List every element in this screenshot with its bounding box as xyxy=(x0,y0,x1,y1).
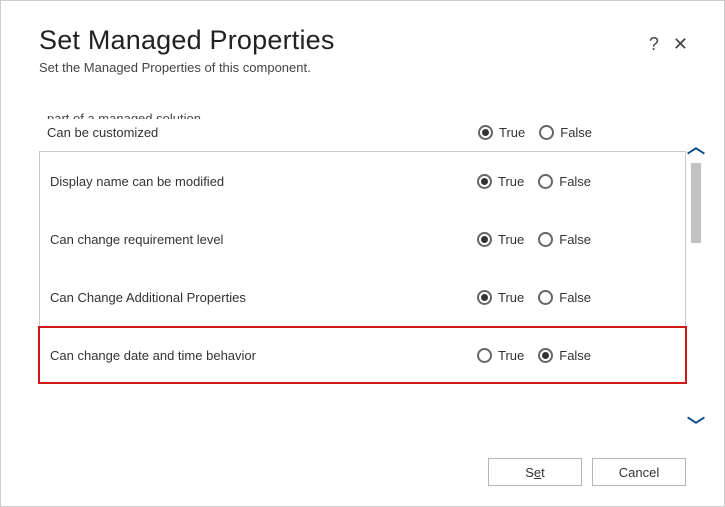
dialog-footer: Set Cancel xyxy=(39,438,686,486)
dialog-header: Set Managed Properties Set the Managed P… xyxy=(39,21,686,105)
radio-false-icon xyxy=(539,125,554,140)
header-icons: ? ✕ xyxy=(649,35,688,53)
radio-true-icon xyxy=(478,125,493,140)
scroll-down-icon[interactable]: ﹀ xyxy=(687,412,705,438)
radio-false-label: False xyxy=(559,174,591,189)
properties-box: Display name can be modified True False xyxy=(39,151,686,383)
radio-false-label: False xyxy=(560,125,592,140)
radio-group: True False xyxy=(478,125,678,140)
row-requirement-level: Can change requirement level True False xyxy=(40,210,685,268)
radio-true-label: True xyxy=(498,290,524,305)
help-icon[interactable]: ? xyxy=(649,35,659,53)
dialog-title: Set Managed Properties xyxy=(39,25,649,56)
cancel-button[interactable]: Cancel xyxy=(592,458,686,486)
header-titles: Set Managed Properties Set the Managed P… xyxy=(39,21,649,105)
radio-false-option[interactable]: False xyxy=(538,290,591,305)
radio-false-icon xyxy=(538,232,553,247)
radio-group: True False xyxy=(477,290,677,305)
radio-false-icon xyxy=(538,348,553,363)
radio-false-icon xyxy=(538,290,553,305)
radio-true-icon xyxy=(477,348,492,363)
row-can-be-customized: Can be customized True False xyxy=(39,119,686,145)
radio-group: True False xyxy=(477,232,677,247)
scrollbar[interactable]: ︿ ﹀ xyxy=(686,105,706,438)
row-label: Can change requirement level xyxy=(50,232,477,247)
radio-false-label: False xyxy=(559,232,591,247)
row-date-time-behavior: Can change date and time behavior True F… xyxy=(38,326,687,384)
scroll-up-icon[interactable]: ︿ xyxy=(687,133,705,159)
truncated-text: part of a managed solution. xyxy=(39,111,686,119)
radio-false-option[interactable]: False xyxy=(538,232,591,247)
radio-true-option[interactable]: True xyxy=(477,290,524,305)
radio-group: True False xyxy=(477,174,677,189)
row-label: Can Change Additional Properties xyxy=(50,290,477,305)
radio-true-option[interactable]: True xyxy=(477,348,524,363)
scroll-thumb[interactable] xyxy=(691,163,701,243)
radio-true-label: True xyxy=(498,348,524,363)
set-button[interactable]: Set xyxy=(488,458,582,486)
set-button-accel: e xyxy=(534,465,541,480)
radio-true-icon xyxy=(477,290,492,305)
radio-false-icon xyxy=(538,174,553,189)
radio-false-label: False xyxy=(559,290,591,305)
radio-group: True False xyxy=(477,348,677,363)
close-icon[interactable]: ✕ xyxy=(673,35,688,53)
dialog-subtitle: Set the Managed Properties of this compo… xyxy=(39,60,649,75)
managed-properties-dialog: Set Managed Properties Set the Managed P… xyxy=(1,1,724,506)
radio-false-option[interactable]: False xyxy=(538,174,591,189)
row-label: Display name can be modified xyxy=(50,174,477,189)
radio-false-option[interactable]: False xyxy=(538,348,591,363)
radio-true-option[interactable]: True xyxy=(478,125,525,140)
set-button-suffix: t xyxy=(541,465,545,480)
content-area: part of a managed solution. Can be custo… xyxy=(39,105,686,438)
radio-true-option[interactable]: True xyxy=(477,174,524,189)
radio-true-option[interactable]: True xyxy=(477,232,524,247)
radio-true-label: True xyxy=(498,232,524,247)
set-button-prefix: S xyxy=(525,465,534,480)
radio-false-option[interactable]: False xyxy=(539,125,592,140)
content-shell: part of a managed solution. Can be custo… xyxy=(39,105,686,438)
radio-true-icon xyxy=(477,174,492,189)
radio-false-label: False xyxy=(559,348,591,363)
row-label: Can be customized xyxy=(47,125,478,140)
radio-true-label: True xyxy=(499,125,525,140)
radio-true-icon xyxy=(477,232,492,247)
row-label: Can change date and time behavior xyxy=(50,348,477,363)
radio-true-label: True xyxy=(498,174,524,189)
row-display-name: Display name can be modified True False xyxy=(40,152,685,210)
row-additional-properties: Can Change Additional Properties True Fa… xyxy=(40,268,685,326)
